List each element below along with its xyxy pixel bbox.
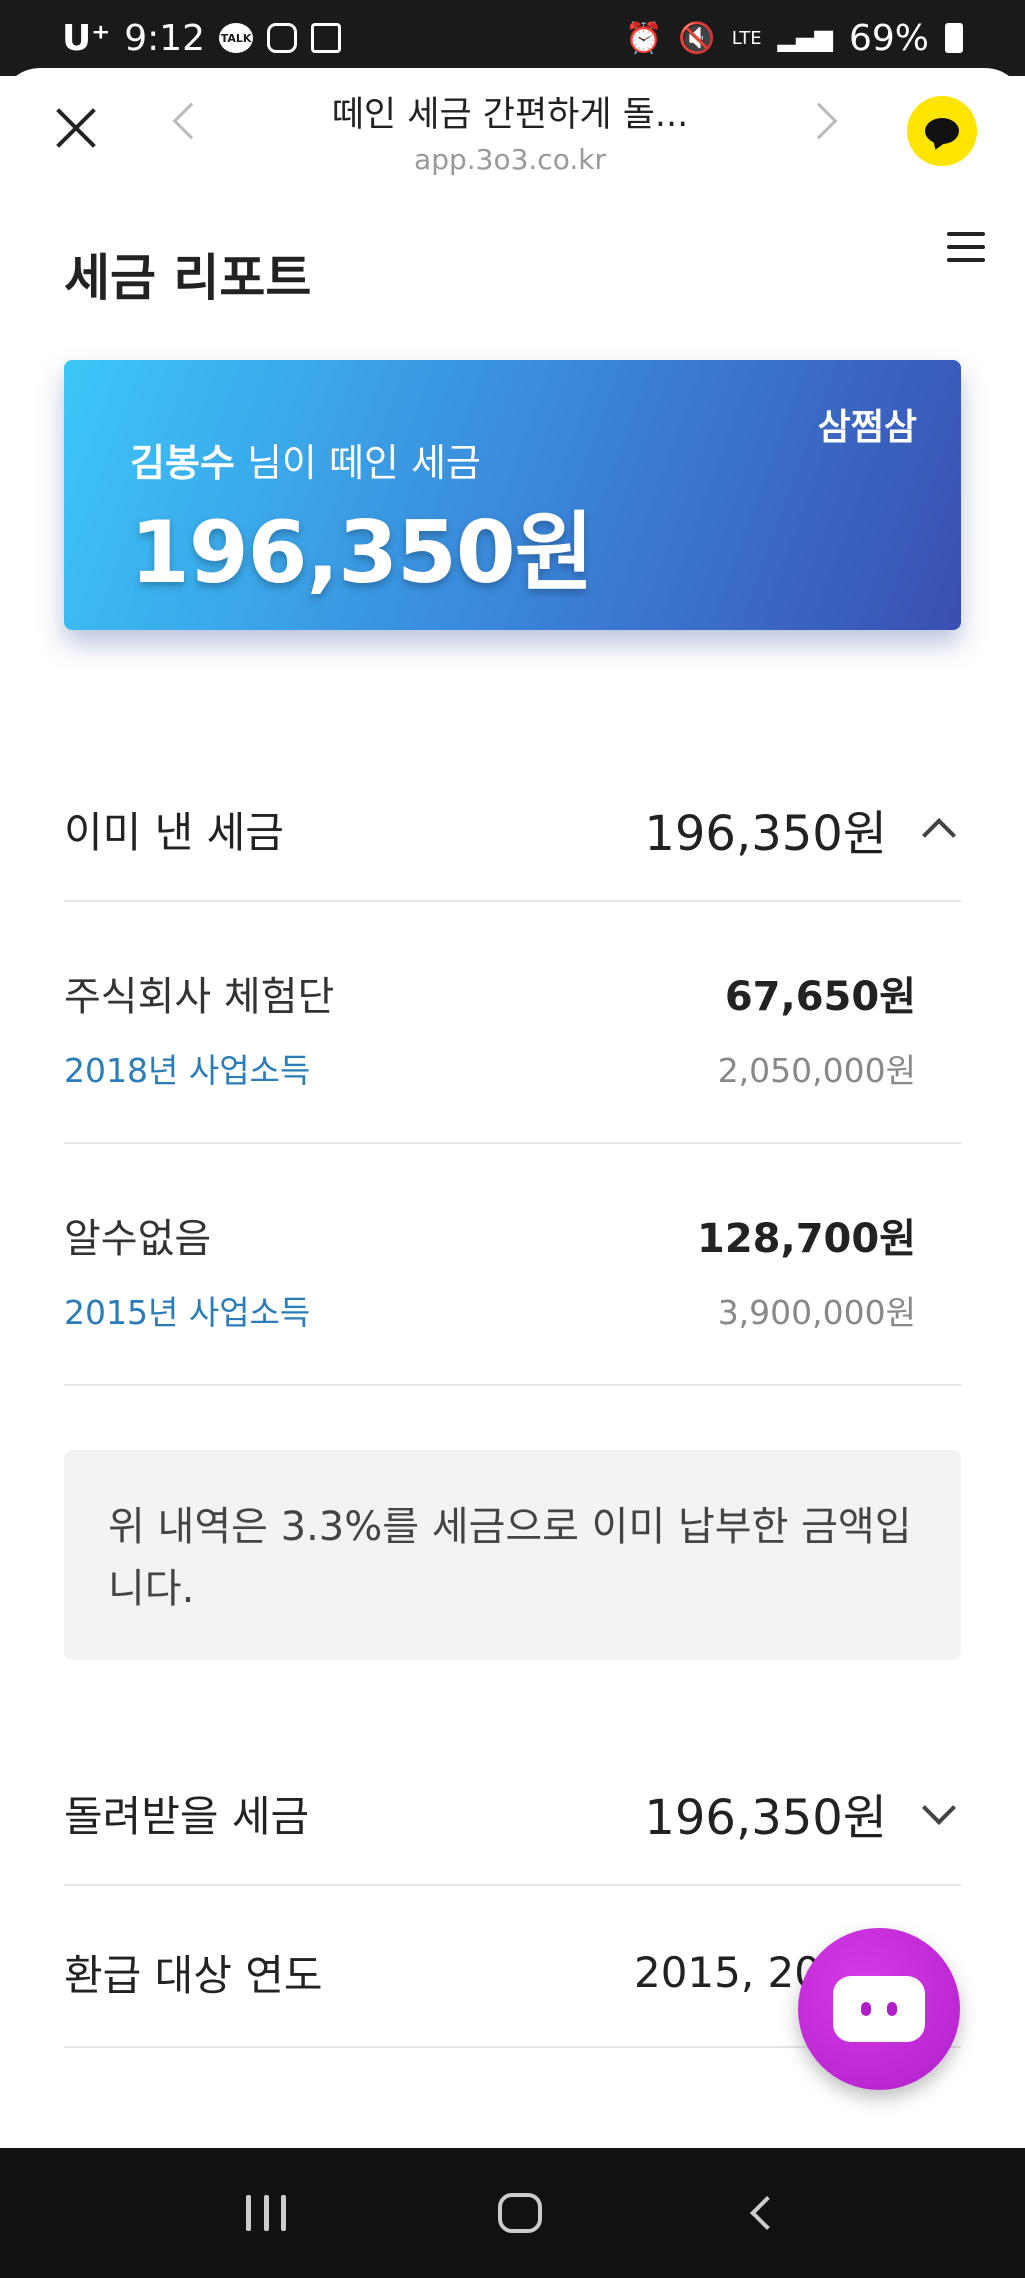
paid-tax-section-toggle[interactable]: 이미 낸 세금 196,350원 (64, 794, 961, 864)
chatbot-button[interactable] (798, 1928, 960, 2090)
card-subtitle: 김봉수 님이 떼인 세금 (130, 432, 481, 487)
paid-tax-label: 이미 낸 세금 (64, 807, 284, 857)
payer-name: 주식회사 체험단 (64, 974, 335, 1020)
brand-logo: 삼쩜삼 (817, 407, 917, 448)
refund-tax-section-toggle[interactable]: 돌려받을 세금 196,350원 (64, 1778, 961, 1848)
battery-icon (945, 23, 963, 53)
payer-name: 알수없음 (64, 1216, 212, 1262)
battery-level: 69% (848, 17, 929, 59)
browser-toolbar: 떼인 세금 간편하게 돌... app.3o3.co.kr (0, 68, 1025, 188)
instagram-notification-icon (267, 23, 298, 53)
income-amount: 2,050,000원 (717, 1051, 916, 1090)
income-year-label: 2015년 사업소득 (64, 1293, 311, 1332)
info-note: 위 내역은 3.3%를 세금으로 이미 납부한 금액입니다. (64, 1450, 961, 1660)
network-label: LTE (731, 27, 762, 49)
robot-icon (833, 1976, 925, 2042)
webview-sheet: 떼인 세금 간편하게 돌... app.3o3.co.kr 세금 리포트 삼쩜삼… (0, 68, 1025, 2148)
refund-tax-amount: 196,350원 (644, 1790, 887, 1846)
kakaotalk-notification-icon: TALK (219, 23, 254, 53)
mute-icon: 🔇 (678, 20, 716, 56)
status-bar: U⁺ 9:12 TALK ⏰ 🔇 LTE ▂▄▆ 69% (0, 0, 1025, 76)
browser-page-title: 떼인 세금 간편하게 돌... (331, 95, 689, 135)
signal-icon: ▂▄▆ (777, 24, 833, 52)
close-icon[interactable] (54, 106, 98, 150)
back-icon[interactable] (749, 2196, 784, 2230)
card-total-amount: 196,350원 (130, 503, 594, 603)
forward-chevron-icon[interactable] (800, 102, 838, 140)
income-year-label: 2018년 사업소득 (64, 1051, 311, 1090)
browser-title-area: 떼인 세금 간편하게 돌... app.3o3.co.kr (300, 86, 720, 176)
refund-tax-label: 돌려받을 세금 (64, 1791, 310, 1841)
browser-url: app.3o3.co.kr (414, 143, 606, 176)
chevron-down-icon (922, 1791, 956, 1825)
income-amount: 3,900,000원 (717, 1293, 916, 1332)
clock: 9:12 (124, 17, 206, 59)
carrier-label: U⁺ (62, 17, 111, 59)
gallery-notification-icon (311, 23, 342, 53)
refund-years-label: 환급 대상 연도 (64, 1951, 323, 2000)
divider (64, 1884, 961, 1886)
home-icon[interactable] (498, 2193, 543, 2233)
speech-bubble-icon (925, 118, 959, 144)
kakao-share-button[interactable] (907, 96, 977, 166)
payer-tax-amount: 128,700원 (697, 1216, 916, 1262)
divider (64, 1142, 961, 1144)
payer-tax-amount: 67,650원 (724, 974, 916, 1020)
recent-apps-icon[interactable] (246, 2195, 287, 2231)
card-subtitle-suffix: 님이 떼인 세금 (234, 441, 481, 485)
alarm-icon: ⏰ (624, 20, 663, 56)
back-chevron-icon[interactable] (172, 102, 210, 140)
refund-years-value: 2015, 20 (633, 1948, 821, 1997)
system-nav-bar (0, 2148, 1025, 2278)
tax-summary-card: 삼쩜삼 김봉수 님이 떼인 세금 196,350원 (64, 360, 961, 630)
user-name: 김봉수 (130, 441, 235, 485)
paid-tax-amount: 196,350원 (644, 806, 887, 862)
chevron-up-icon (922, 818, 956, 852)
hamburger-menu-icon[interactable] (947, 232, 985, 264)
divider (64, 900, 961, 902)
report-title: 세금 리포트 (64, 249, 312, 307)
divider (64, 1384, 961, 1386)
